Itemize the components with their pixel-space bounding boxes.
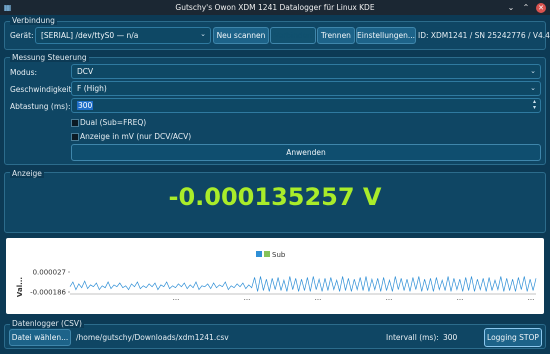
close-icon[interactable]: ✕ (536, 2, 546, 13)
window-titlebar[interactable]: ▦ Gutschy's Owon XDM 1241 Datalogger für… (0, 0, 550, 15)
maximize-icon[interactable]: ⌃ (521, 3, 531, 13)
measurement-value-display: -0.000135257 V (168, 183, 382, 211)
speed-select-value: F (High) (77, 84, 107, 93)
y-axis-label: Val... (16, 277, 24, 297)
legend-label-1: Sub (272, 251, 286, 259)
disconnect-button[interactable]: Trennen (317, 27, 355, 44)
display-group-title: Anzeige (10, 169, 44, 178)
y-axis-ticks: 0.000027 -0.000186 (30, 269, 70, 297)
chart-panel: Sub Val... 0.000027 -0.000186 ...........… (6, 238, 544, 314)
measurement-group-title: Messung Steuerung (10, 53, 89, 62)
logging-stop-button[interactable]: Logging STOP (484, 328, 542, 347)
settings-button[interactable]: Einstellungen... (356, 27, 416, 44)
measurement-group: Messung Steuerung Modus: DCV ⌄ Geschwind… (4, 53, 546, 165)
window-controls: ⌄ ⌃ ✕ (506, 0, 546, 15)
file-path-text: /home/gutschy/Downloads/xdm1241.csv (76, 333, 229, 342)
app-icon: ▦ (3, 3, 12, 12)
interval-input[interactable]: 300 (438, 329, 482, 346)
chevron-down-icon: ⌄ (200, 30, 206, 38)
minimize-icon[interactable]: ⌄ (506, 3, 516, 13)
sampling-input[interactable]: 300 ▴ ▾ (71, 98, 541, 113)
mode-label: Modus: (10, 68, 38, 77)
chevron-down-icon: ⌄ (530, 84, 536, 92)
chart-legend: Sub (256, 251, 286, 259)
speed-label: Geschwindigkeit: (10, 85, 75, 94)
dual-label: Dual (Sub=FREQ) (80, 118, 147, 127)
sampling-input-value: 300 (77, 101, 94, 110)
x-tick-label: ... (173, 294, 180, 302)
connect-button[interactable]: Verbinden (270, 27, 316, 44)
y-tick-label: 0.000027 (33, 269, 66, 277)
device-id-text: ID: XDM1241 / SN 25242776 / V4.4.0 (418, 31, 550, 40)
x-tick-label: ... (528, 294, 535, 302)
mode-select-value: DCV (77, 67, 94, 76)
line-chart: Sub Val... 0.000027 -0.000186 ...........… (16, 251, 537, 302)
x-tick-label: ... (457, 294, 464, 302)
logger-group-title: Datenlogger (CSV) (10, 319, 84, 328)
speed-select[interactable]: F (High) ⌄ (71, 81, 541, 96)
apply-button[interactable]: Anwenden (71, 144, 541, 161)
x-tick-label: ... (315, 294, 322, 302)
mode-select[interactable]: DCV ⌄ (71, 64, 541, 79)
rescan-button[interactable]: Neu scannen (213, 27, 269, 44)
interval-input-value: 300 (443, 333, 458, 342)
interval-label: Intervall (ms): (386, 333, 439, 342)
x-axis-ticks: .................. (173, 294, 535, 302)
connection-group-title: Verbindung (10, 16, 57, 25)
sampling-label: Abtastung (ms): (10, 102, 71, 111)
window-title: Gutschy's Owon XDM 1241 Datalogger für L… (175, 3, 375, 12)
choose-file-button[interactable]: Datei wählen... (9, 329, 71, 346)
y-tick-label: -0.000186 (30, 289, 66, 297)
mv-checkbox[interactable] (71, 133, 79, 141)
chart-series (69, 276, 537, 292)
legend-swatch-1 (264, 251, 270, 257)
device-select-value: [SERIAL] /dev/ttyS0 — n/a (41, 31, 139, 40)
chevron-down-icon: ⌄ (530, 67, 536, 75)
device-label: Gerät: (10, 31, 34, 40)
x-tick-label: ... (244, 294, 251, 302)
legend-swatch-0 (256, 251, 262, 257)
device-select[interactable]: [SERIAL] /dev/ttyS0 — n/a ⌄ (35, 27, 211, 44)
x-tick-label: ... (386, 294, 393, 302)
series-line-0 (69, 276, 537, 292)
spinner-arrows-icon[interactable]: ▴ ▾ (533, 99, 536, 111)
mv-label: Anzeige in mV (nur DCV/ACV) (80, 132, 192, 141)
connection-group: Verbindung Gerät: [SERIAL] /dev/ttyS0 — … (4, 16, 550, 50)
logger-group: Datenlogger (CSV) Datei wählen... /home/… (4, 319, 546, 349)
dual-checkbox[interactable] (71, 119, 79, 127)
